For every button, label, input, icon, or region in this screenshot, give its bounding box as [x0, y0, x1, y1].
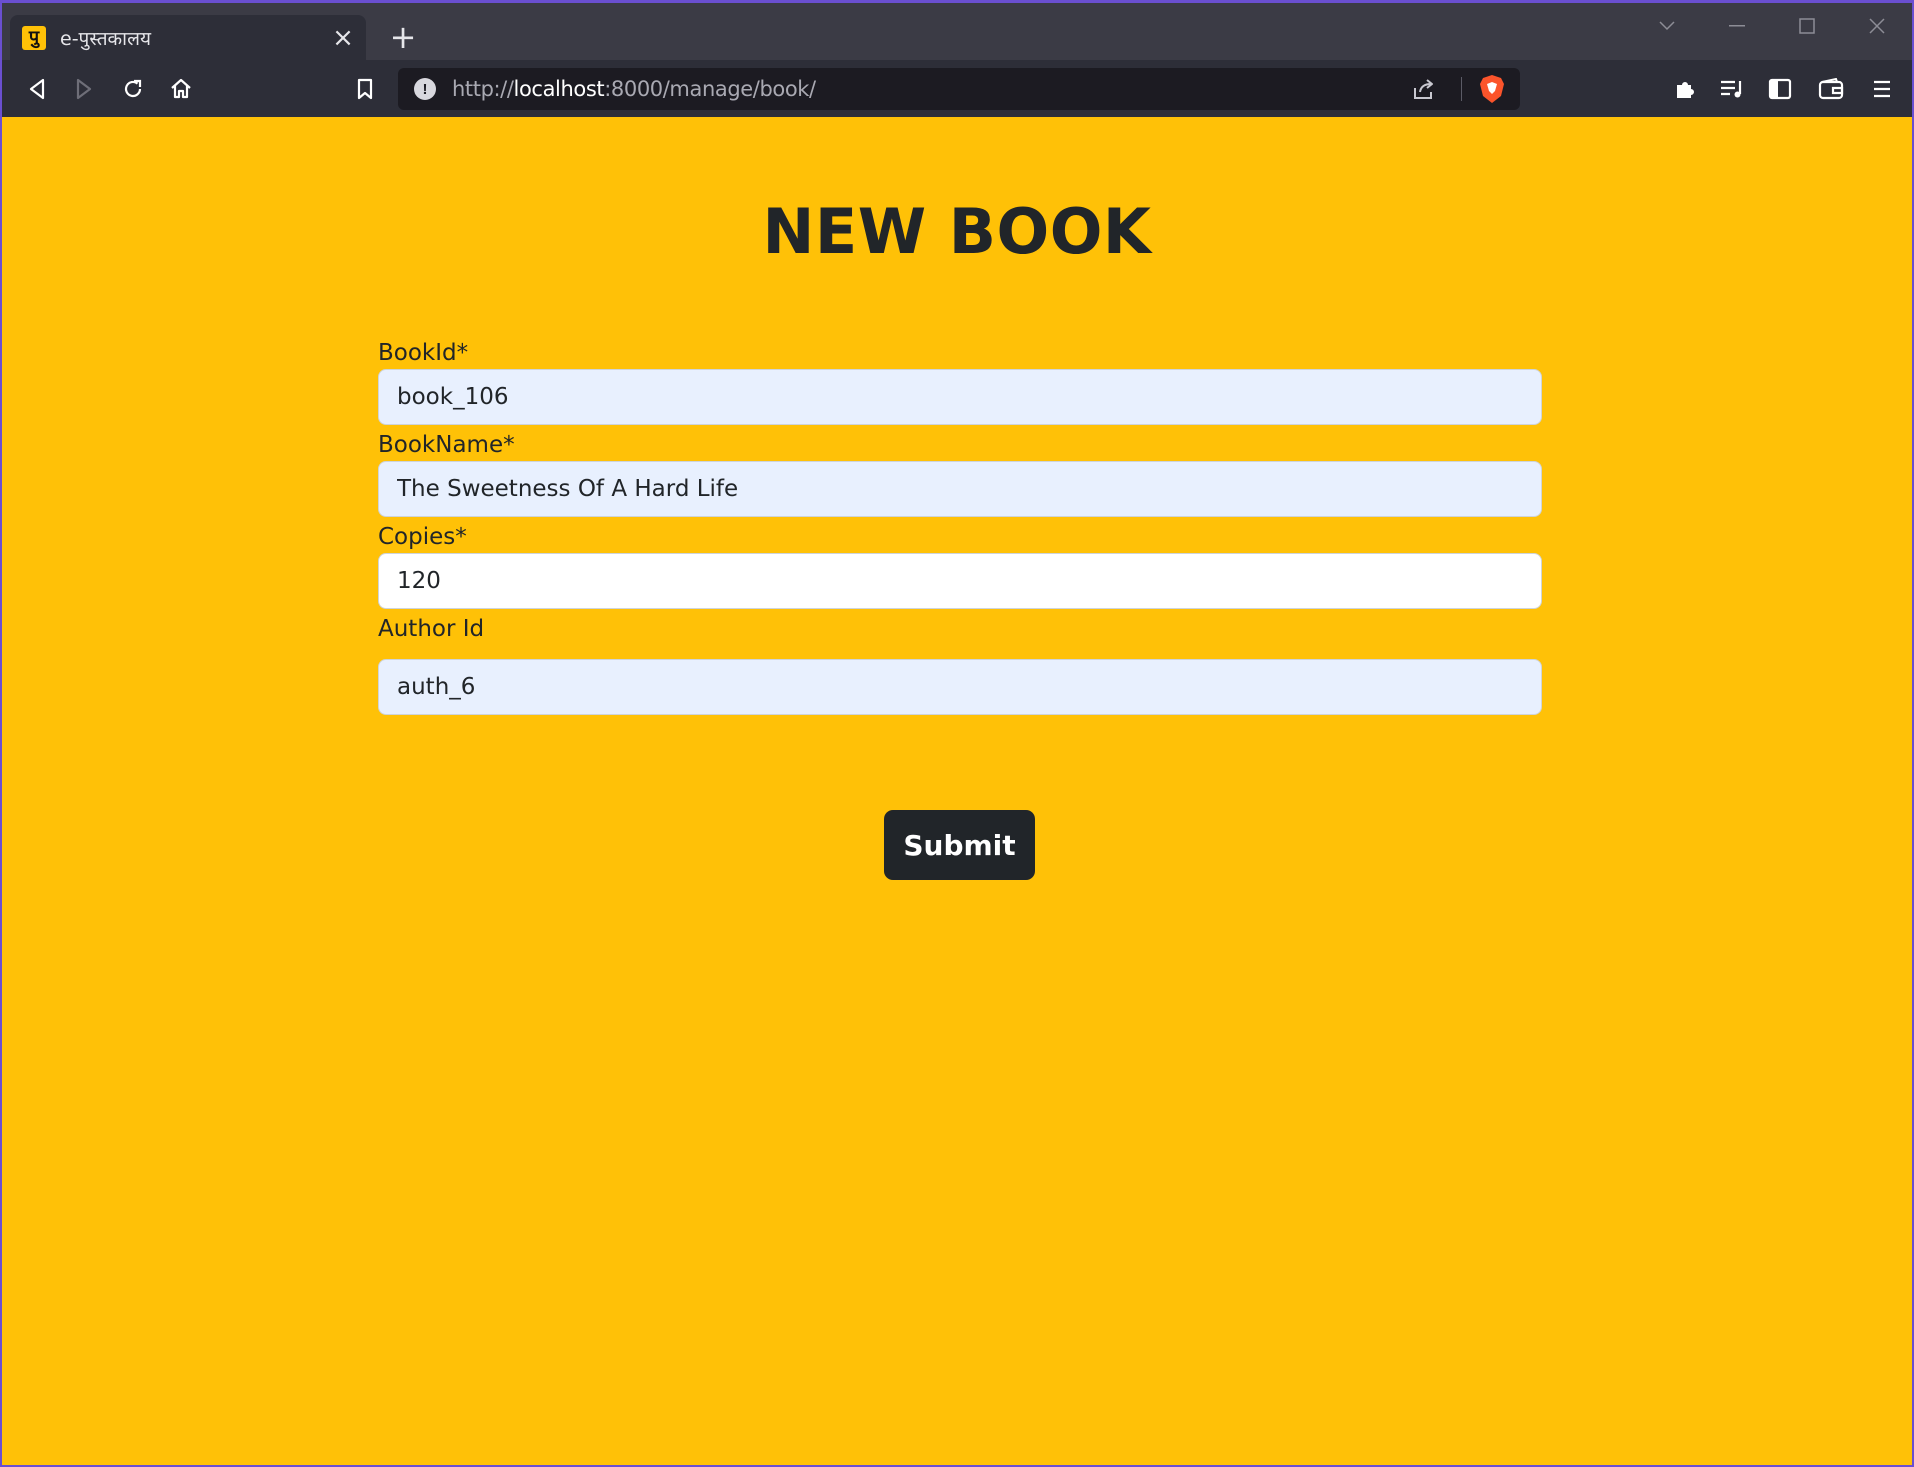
tab-strip: पु e-पुस्तकालय × + — [2, 3, 1912, 60]
book-name-input[interactable] — [378, 461, 1542, 517]
playlist-icon[interactable] — [1717, 74, 1747, 104]
tab-search-icon[interactable] — [1632, 3, 1702, 49]
extensions-icon[interactable] — [1670, 74, 1700, 104]
book-id-label: BookId* — [378, 340, 469, 366]
book-id-input[interactable] — [378, 369, 1542, 425]
window-close-icon[interactable] — [1842, 3, 1912, 49]
bookmark-icon[interactable] — [350, 74, 380, 104]
maximize-icon[interactable] — [1772, 3, 1842, 49]
new-tab-button[interactable]: + — [387, 21, 419, 53]
page-content: NEW BOOK BookId* BookName* Copies* Autho… — [2, 117, 1912, 1465]
site-info-icon[interactable]: ! — [414, 78, 436, 100]
window-controls — [1632, 3, 1912, 49]
page-title: NEW BOOK — [762, 195, 1152, 268]
copies-label: Copies* — [378, 524, 467, 550]
back-icon[interactable] — [22, 74, 52, 104]
copies-input[interactable] — [378, 553, 1542, 609]
author-id-input[interactable] — [378, 659, 1542, 715]
sidebar-icon[interactable] — [1765, 74, 1795, 104]
menu-icon[interactable] — [1867, 74, 1897, 104]
wallet-icon[interactable] — [1816, 74, 1846, 104]
browser-tab[interactable]: पु e-पुस्तकालय × — [10, 15, 366, 60]
browser-toolbar: ! http://localhost:8000/manage/book/ — [2, 60, 1912, 117]
minimize-icon[interactable] — [1702, 3, 1772, 49]
forward-icon[interactable] — [69, 74, 99, 104]
reload-icon[interactable] — [118, 74, 148, 104]
share-icon[interactable] — [1409, 74, 1439, 104]
author-id-label: Author Id — [378, 616, 485, 642]
site-favicon: पु — [22, 25, 46, 50]
tab-title: e-पुस्तकालय — [60, 27, 151, 50]
browser-window: पु e-पुस्तकालय × + ! http://localhost:80… — [0, 0, 1914, 1467]
new-book-form: BookId* BookName* Copies* Author Id — [378, 337, 1542, 715]
brave-shields-icon[interactable] — [1478, 74, 1506, 104]
close-icon[interactable]: × — [330, 23, 356, 53]
submit-button[interactable]: Submit — [884, 810, 1035, 880]
home-icon[interactable] — [166, 74, 196, 104]
address-divider — [1461, 77, 1462, 101]
address-bar[interactable]: ! http://localhost:8000/manage/book/ — [398, 68, 1520, 110]
book-name-label: BookName* — [378, 432, 515, 458]
url-text[interactable]: http://localhost:8000/manage/book/ — [452, 77, 1409, 101]
